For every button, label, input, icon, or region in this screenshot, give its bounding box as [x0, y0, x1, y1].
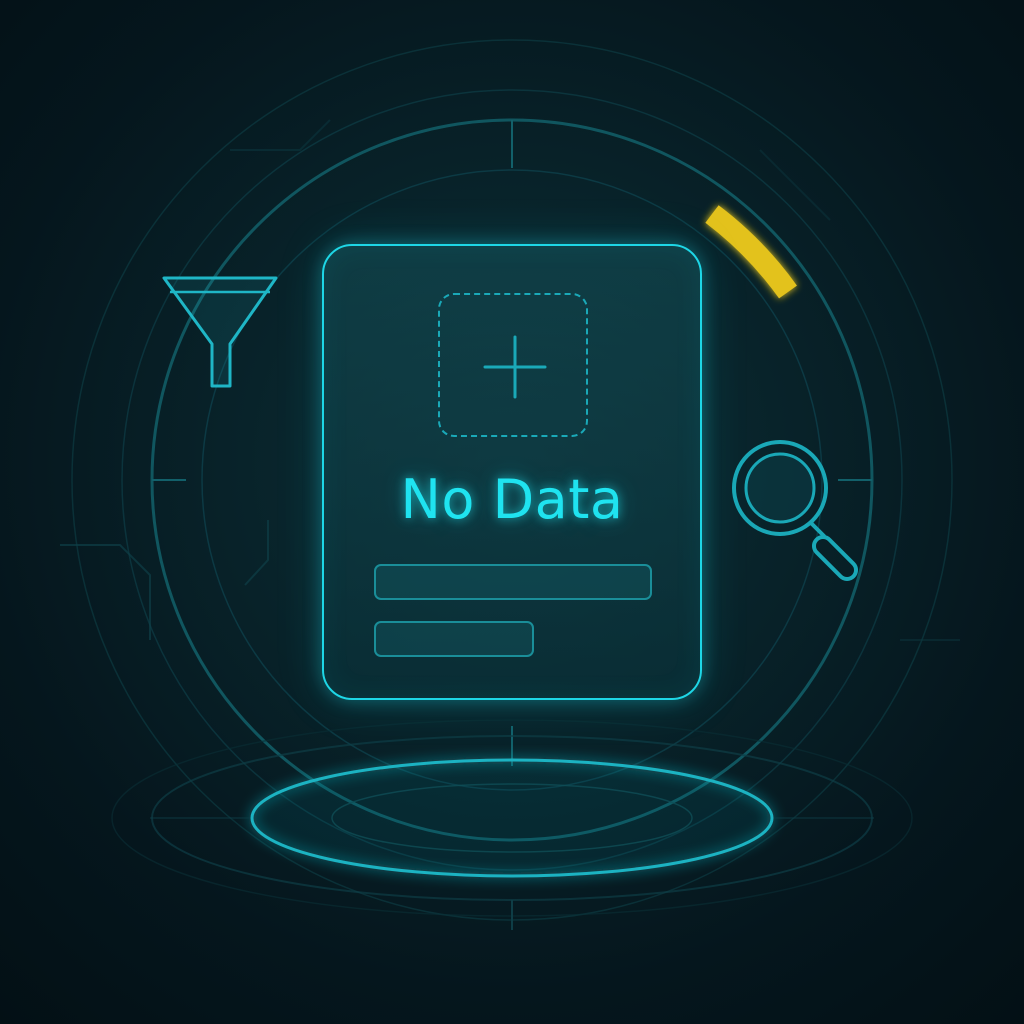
add-data-button[interactable] [438, 293, 588, 437]
empty-state-screen: No Data [0, 0, 1024, 1024]
plus-icon [483, 335, 547, 399]
placeholder-text-line-short [374, 621, 534, 657]
empty-state-card: No Data [322, 244, 702, 700]
empty-state-title: No Data [400, 468, 624, 531]
magnifier-icon[interactable] [728, 436, 872, 586]
funnel-icon [162, 276, 278, 388]
placeholder-text-line [374, 564, 652, 600]
